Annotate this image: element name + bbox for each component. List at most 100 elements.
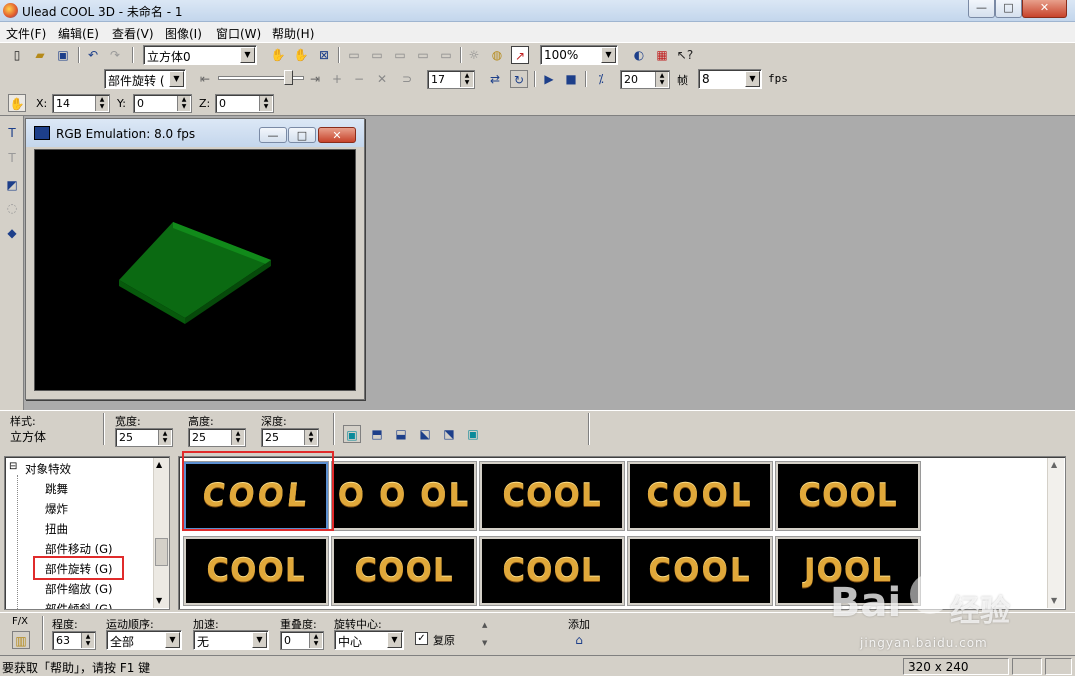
depth-spinner[interactable]: 25 ▲ ▼	[261, 428, 319, 447]
split-icon[interactable]: ✕	[373, 70, 391, 88]
palette-icon[interactable]: ▦	[653, 46, 671, 64]
last-frame-icon[interactable]: ⇥	[306, 70, 324, 88]
effect-thumbnail[interactable]: JOOL	[776, 537, 920, 605]
render-icon[interactable]: ◐	[630, 46, 648, 64]
fps-spinner[interactable]: 20 ▲ ▼	[620, 70, 670, 89]
effect-thumbnail[interactable]: COOL	[628, 537, 772, 605]
y-spinner[interactable]: 0 ▲ ▼	[133, 94, 192, 113]
edit-text-icon[interactable]: T	[3, 149, 21, 167]
degree-spinner[interactable]: 63 ▲ ▼	[52, 631, 96, 650]
effect-thumbnail[interactable]: COOL	[480, 537, 624, 605]
menu-edit[interactable]: 编辑(E)	[58, 25, 99, 42]
play-icon[interactable]: ▶	[540, 70, 558, 88]
menu-image[interactable]: 图像(I)	[165, 25, 202, 42]
tree-item-part-tilt[interactable]: 部件倾斜 (G)	[45, 601, 113, 609]
cube-type-6-icon[interactable]: ▣	[464, 425, 482, 443]
effect-select[interactable]: 部件旋转 (▼	[104, 69, 186, 89]
tree-item-part-scale[interactable]: 部件缩放 (G)	[45, 581, 113, 597]
gallery-scroll-down-icon[interactable]: ▼	[1051, 596, 1057, 605]
pingpong-icon[interactable]: ↻	[510, 70, 528, 88]
timeline-thumb[interactable]	[284, 70, 293, 85]
menu-help[interactable]: 帮助(H)	[272, 25, 314, 42]
tree-item-dance[interactable]: 跳舞	[45, 481, 68, 497]
effect-thumbnail[interactable]: O O OL	[332, 462, 476, 530]
remove-frame-icon[interactable]: −	[350, 70, 368, 88]
menu-view[interactable]: 查看(V)	[112, 25, 154, 42]
speed-icon[interactable]: ⁒	[592, 70, 610, 88]
effect-thumbnail[interactable]: COOL	[628, 462, 772, 530]
gallery-scrollbar[interactable]: ▲ ▼	[1047, 458, 1064, 608]
hand-move-icon[interactable]: ✋	[269, 46, 287, 64]
undo-icon[interactable]: ↶	[84, 46, 102, 64]
cube-type-3-icon[interactable]: ⬓	[392, 425, 410, 443]
tree-item-explode[interactable]: 爆炸	[45, 501, 68, 517]
help-pointer-icon[interactable]: ↖?	[676, 46, 694, 64]
resize-icon[interactable]: ⊠	[315, 46, 333, 64]
acceleration-select[interactable]: 无 ▼	[193, 630, 269, 650]
position-hand-icon[interactable]: ✋	[8, 94, 26, 112]
x-spinner[interactable]: 14 ▲ ▼	[52, 94, 110, 113]
first-frame-icon[interactable]: ⇤	[196, 70, 214, 88]
tree-scroll-down-icon[interactable]: ▼	[156, 596, 162, 605]
close-button[interactable]: ✕	[1022, 0, 1067, 18]
3d-canvas[interactable]	[34, 149, 356, 391]
tree-root-object-effects[interactable]: 对象特效	[25, 461, 71, 477]
tree-item-twist[interactable]: 扭曲	[45, 521, 68, 537]
menu-file[interactable]: 文件(F)	[6, 25, 46, 42]
gallery-scroll-up-icon[interactable]: ▲	[1051, 460, 1057, 469]
cube-type-5-icon[interactable]: ⬔	[440, 425, 458, 443]
effect-thumbnail[interactable]: COOL	[332, 537, 476, 605]
align-left-icon[interactable]: ▭	[345, 46, 363, 64]
rotate-hand-icon[interactable]: ✋	[292, 46, 310, 64]
effect-thumbnail[interactable]: COOL	[776, 462, 920, 530]
width-spinner[interactable]: 25 ▲ ▼	[115, 428, 173, 447]
open-folder-icon[interactable]: ▰	[31, 46, 49, 64]
preview-maximize-button[interactable]: □	[288, 127, 316, 143]
settings-scroll-icon[interactable]: ▲ ▼	[482, 621, 487, 648]
align-center-icon[interactable]: ▭	[368, 46, 386, 64]
insert-text-icon[interactable]: T	[3, 124, 21, 142]
align-top-icon[interactable]: ▭	[414, 46, 432, 64]
stop-icon[interactable]: ■	[562, 70, 580, 88]
menu-window[interactable]: 窗口(W)	[216, 25, 261, 42]
restore-checkbox[interactable]: ✓	[415, 632, 428, 645]
effect-thumbnail[interactable]: COOL	[184, 537, 328, 605]
redo-icon[interactable]: ↷	[106, 46, 124, 64]
edit-shape-icon[interactable]: ◌	[3, 199, 21, 217]
zoom-select[interactable]: 100% ▼	[540, 45, 618, 65]
add-effect-icon[interactable]: ⌂	[570, 631, 588, 649]
cube-type-4-icon[interactable]: ⬕	[416, 425, 434, 443]
chart-icon[interactable]: ↗	[511, 46, 529, 64]
motion-order-select[interactable]: 全部 ▼	[106, 630, 182, 650]
height-spinner[interactable]: 25 ▲ ▼	[188, 428, 246, 447]
tree-scrollbar[interactable]: ▲ ▼	[153, 458, 169, 608]
object-select[interactable]: 立方体0 ▼	[143, 45, 257, 65]
tree-scroll-up-icon[interactable]: ▲	[156, 460, 162, 469]
rotation-center-select[interactable]: 中心 ▼	[334, 630, 404, 650]
fx-icon[interactable]: ▥	[12, 631, 30, 649]
cube-type-2-icon[interactable]: ⬒	[368, 425, 386, 443]
insert-object-icon[interactable]: ◆	[3, 224, 21, 242]
save-icon[interactable]: ▣	[54, 46, 72, 64]
tree-item-part-move[interactable]: 部件移动 (G)	[45, 541, 113, 557]
add-frame-icon[interactable]: +	[328, 70, 346, 88]
minimize-button[interactable]: —	[968, 0, 995, 18]
maximize-button[interactable]: □	[995, 0, 1022, 18]
reverse-icon[interactable]: ⊃	[398, 70, 416, 88]
overlap-spinner[interactable]: 0 ▲ ▼	[280, 631, 324, 650]
frame-spinner[interactable]: 17 ▲ ▼	[427, 70, 475, 89]
loop-icon[interactable]: ⇄	[486, 70, 504, 88]
z-spinner[interactable]: 0 ▲ ▼	[215, 94, 274, 113]
globe-icon[interactable]: ◍	[488, 46, 506, 64]
tree-scroll-thumb[interactable]	[155, 538, 168, 566]
frame-count-select[interactable]: 8 ▼	[698, 69, 762, 89]
light-icon[interactable]: ☼	[465, 46, 483, 64]
cube-type-1-icon[interactable]: ▣	[343, 425, 361, 443]
tree-expander-icon[interactable]: ⊟	[9, 461, 17, 472]
align-bottom-icon[interactable]: ▭	[437, 46, 455, 64]
effect-thumbnail[interactable]: COOL	[480, 462, 624, 530]
insert-shape-icon[interactable]: ◩	[3, 176, 21, 194]
preview-minimize-button[interactable]: —	[259, 127, 287, 143]
new-file-icon[interactable]: ▯	[8, 46, 26, 64]
align-right-icon[interactable]: ▭	[391, 46, 409, 64]
